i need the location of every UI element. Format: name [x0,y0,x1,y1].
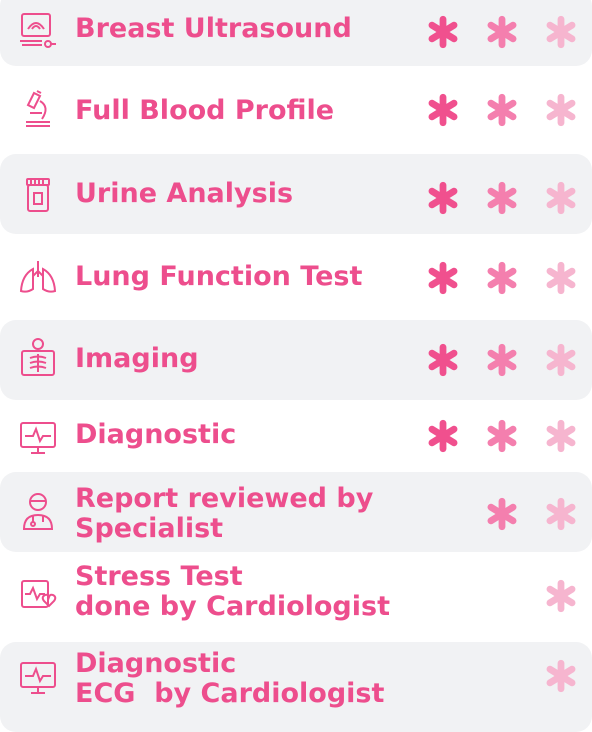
row-stress-test: Stress Test done by Cardiologist [0,552,592,642]
row-label: Breast Ultrasound [75,13,352,44]
xray-icon [15,334,61,380]
star-icon [543,92,579,128]
microscope-icon [15,86,61,132]
row-label-line2: Specialist [75,513,224,544]
ultrasound-icon [15,8,61,54]
row-imaging: Imaging [0,320,592,400]
star-icon [543,14,579,50]
star-icon [484,14,520,50]
row-label: Imaging [75,343,199,374]
star-icon [484,496,520,532]
row-lung-function-test: Lung Function Test [0,234,592,320]
row-label: Lung Function Test [75,261,363,292]
star-icon [425,260,461,296]
row-label-line1: Diagnostic [75,648,237,679]
star-icon [425,342,461,378]
star-icon [425,14,461,50]
star-icon [543,658,579,694]
star-icon [425,92,461,128]
doctor-icon [15,488,61,534]
ecg-monitor-icon [15,414,61,460]
star-icon [543,260,579,296]
row-diagnostic: Diagnostic [0,400,592,472]
star-icon [543,342,579,378]
star-icon [425,180,461,216]
star-icon [484,92,520,128]
lungs-icon [15,254,61,300]
row-urine-analysis: Urine Analysis [0,154,592,234]
row-label-line1: Stress Test [75,561,243,592]
star-icon [543,418,579,454]
row-label: Diagnostic ECG by Cardiologist [75,649,384,709]
row-diagnostic-ecg: Diagnostic ECG by Cardiologist [0,642,592,732]
star-icon [543,180,579,216]
row-label-line1: Report reviewed by [75,483,374,514]
star-icon [543,578,579,614]
row-label: Diagnostic [75,419,237,450]
star-icon [425,418,461,454]
ecg-monitor-icon [15,654,61,700]
row-full-blood-profile: Full Blood Profile [0,66,592,154]
row-breast-ultrasound: Breast Ultrasound [0,0,592,66]
row-report-reviewed: Report reviewed by Specialist [0,472,592,552]
sample-container-icon [15,172,61,218]
star-icon [484,342,520,378]
row-label-line2: ECG by Cardiologist [75,678,385,709]
row-label: Full Blood Profile [75,95,335,126]
row-label-line2: done by Cardiologist [75,591,390,622]
row-label: Report reviewed by Specialist [75,484,373,544]
star-icon [484,418,520,454]
star-icon [484,180,520,216]
row-label: Stress Test done by Cardiologist [75,562,390,622]
star-icon [484,260,520,296]
row-label: Urine Analysis [75,178,294,209]
heart-monitor-icon [15,572,61,618]
star-icon [543,496,579,532]
